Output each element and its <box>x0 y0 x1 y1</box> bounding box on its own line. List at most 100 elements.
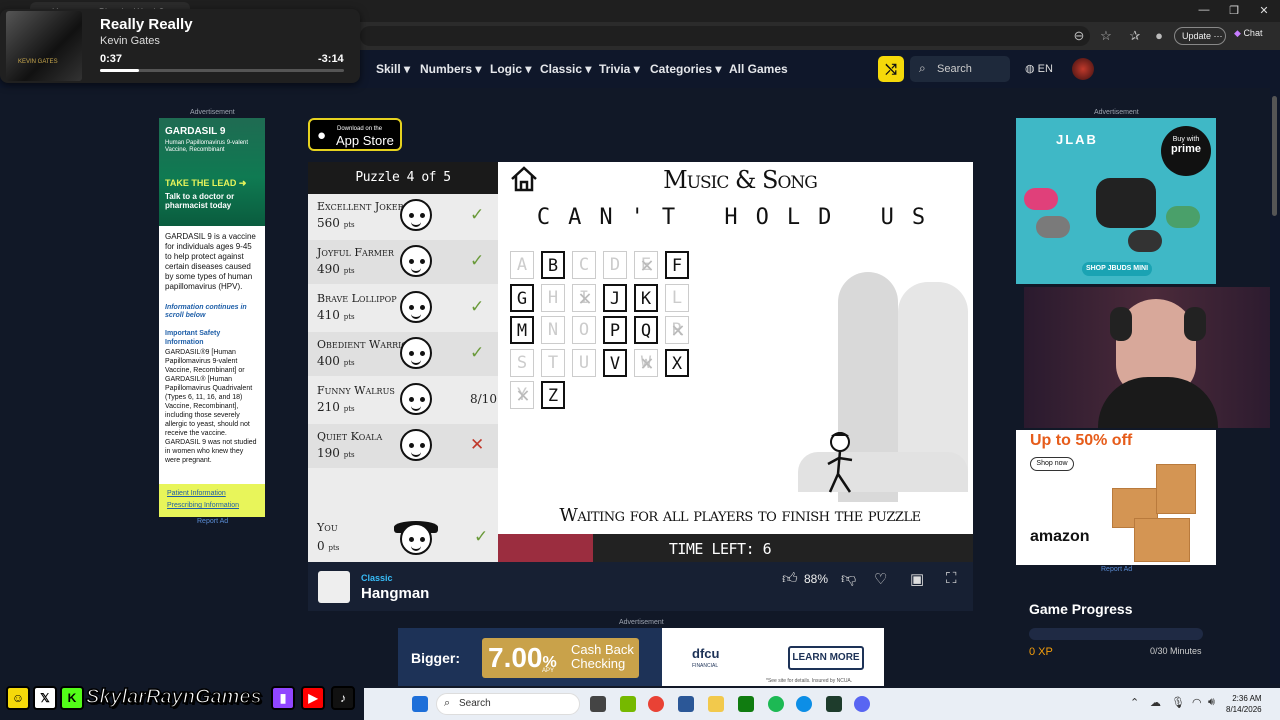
app-store-big: App Store <box>336 133 394 148</box>
nav-logic[interactable]: Logic ▾ <box>490 62 531 76</box>
letter-tile-b[interactable]: B <box>541 251 565 279</box>
player-name: Joyful Farmer <box>317 246 394 259</box>
chat-button[interactable]: ◆ Chat <box>1234 28 1262 39</box>
task-view-icon[interactable] <box>590 696 606 712</box>
player-points: 410 pts <box>317 308 355 322</box>
prescribing-info-link[interactable]: Prescribing Information <box>167 502 239 509</box>
tiktok-icon: ♪ <box>331 686 355 710</box>
hangman-figure <box>827 432 853 493</box>
learn-more-button[interactable]: LEARN MORE <box>788 646 864 670</box>
spotify-icon[interactable] <box>768 696 784 712</box>
network-icon[interactable]: ☁ <box>1150 696 1161 709</box>
discord-icon[interactable] <box>854 696 870 712</box>
patient-info-link[interactable]: Patient Information <box>167 490 226 497</box>
file-explorer-icon[interactable] <box>708 696 724 712</box>
letter-tile-r: R <box>665 316 689 344</box>
taskbar-clock[interactable]: 2:36 AM 8/14/2026 <box>1226 693 1262 715</box>
share-icon[interactable]: ⊖ <box>1070 28 1088 44</box>
letter-tile-e: E <box>634 251 658 279</box>
waiting-message: Waiting for all players to finish the pu… <box>559 505 921 526</box>
nav-classic[interactable]: Classic ▾ <box>540 62 591 76</box>
player-row: Brave Lollipop 410 pts ✓ <box>308 286 498 330</box>
app-icon[interactable] <box>826 696 842 712</box>
game-progress-title: Game Progress <box>1029 601 1133 617</box>
gardasil-subtitle: Human Papillomavirus 9-valent Vaccine, R… <box>165 140 249 153</box>
game-category[interactable]: Classic <box>361 573 393 583</box>
minimize-icon[interactable]: — <box>1194 4 1214 16</box>
report-ad-left[interactable]: Report Ad <box>197 518 228 525</box>
player-name: Quiet Koala <box>317 430 383 443</box>
player-points: 210 pts <box>317 400 355 414</box>
profile-icon[interactable]: ● <box>1150 28 1168 43</box>
gardasil-fine-print: GARDASIL®9 [Human Papillomavirus 9-valen… <box>165 349 257 464</box>
tray-chevron-icon[interactable]: ⌃ <box>1130 696 1139 709</box>
player-name: Brave Lollipop <box>317 292 397 305</box>
shop-jbuds-button[interactable]: SHOP JBUDS MINI <box>1082 262 1152 276</box>
player-points: 400 pts <box>317 354 355 368</box>
favorites-icon[interactable]: ✰ <box>1126 28 1144 44</box>
volume-icon[interactable]: 🔊︎ <box>1208 696 1215 709</box>
ad-label-bottom: Advertisement <box>619 619 664 626</box>
shuffle-button[interactable]: ⤭ <box>878 56 904 82</box>
letter-tile-q[interactable]: Q <box>634 316 658 344</box>
player-points: 490 pts <box>317 262 355 276</box>
thumbs-down-icon[interactable]: 👎︎ <box>841 570 856 588</box>
nav-numbers[interactable]: Numbers ▾ <box>420 62 481 76</box>
headphone-icon <box>1110 307 1132 341</box>
nav-trivia[interactable]: Trivia ▾ <box>599 62 640 76</box>
puzzle-category: Music & Song <box>663 166 818 194</box>
windows-start-icon[interactable] <box>412 696 428 712</box>
letter-tile-z[interactable]: Z <box>541 381 565 409</box>
chrome-icon[interactable] <box>648 696 664 712</box>
letter-tile-a: A <box>510 251 534 279</box>
nav-categories[interactable]: Categories ▾ <box>650 62 721 76</box>
letter-tile-m[interactable]: M <box>510 316 534 344</box>
player-row: Obedient Warrior 400 pts ✓ <box>308 332 498 376</box>
nav-skill[interactable]: Skill ▾ <box>376 62 410 76</box>
mic-icon[interactable]: 🎙︎ <box>1171 696 1185 709</box>
media-progress-bar[interactable] <box>100 69 344 72</box>
taskbar-search[interactable] <box>436 693 580 715</box>
amazon-ad[interactable]: Up to 50% off Shop now amazon <box>1016 430 1216 565</box>
letter-tile-g[interactable]: G <box>510 283 534 312</box>
wifi-icon[interactable]: ◠ <box>1192 696 1202 709</box>
fullscreen-icon[interactable]: ⛶ <box>946 570 957 587</box>
gardasil-ad[interactable]: GARDASIL 9 Human Papillomavirus 9-valent… <box>159 118 265 517</box>
gardasil-links: Patient Information Prescribing Informat… <box>159 484 265 517</box>
jlab-ad[interactable]: JLAB Buy with prime SHOP JBUDS MINI <box>1016 118 1216 284</box>
scrollbar-thumb[interactable] <box>1272 96 1277 216</box>
gardasil-cta[interactable]: TAKE THE LEAD ➜ <box>165 178 246 189</box>
letter-tile-p[interactable]: P <box>603 316 627 344</box>
update-button[interactable]: Update ⋯ <box>1174 27 1226 45</box>
app-store-button[interactable]: ● Download on the App Store <box>308 118 402 151</box>
close-icon[interactable]: ✕ <box>1254 4 1274 17</box>
edge-icon[interactable] <box>796 696 812 712</box>
gardasil-logo: GARDASIL 9 <box>165 126 226 137</box>
nav-all-games[interactable]: All Games <box>729 62 788 76</box>
xbox-icon[interactable] <box>738 696 754 712</box>
you-points: 0 pts <box>317 539 340 553</box>
letter-tile-k[interactable]: K <box>634 283 658 312</box>
report-ad-right[interactable]: Report Ad <box>1101 566 1132 573</box>
store-icon[interactable] <box>678 696 694 712</box>
language-selector[interactable]: ◍ EN <box>1025 62 1053 75</box>
check-icon: ✓ <box>470 343 485 362</box>
game-thumbnail <box>318 571 350 603</box>
letter-tile-j[interactable]: J <box>603 283 627 312</box>
url-field[interactable] <box>360 26 1090 46</box>
player-points: 560 pts <box>317 216 355 230</box>
player-avatar-icon <box>400 199 432 231</box>
restore-icon[interactable]: ❐ <box>1224 4 1244 17</box>
user-avatar[interactable] <box>1072 58 1094 80</box>
star-icon[interactable]: ☆ <box>1097 28 1115 44</box>
nvidia-icon[interactable] <box>620 696 636 712</box>
thumbs-up-icon[interactable]: 👍︎ <box>782 570 798 588</box>
heart-icon[interactable]: ♡ <box>874 570 887 588</box>
letter-tile-f[interactable]: F <box>665 251 689 279</box>
letter-tile-x[interactable]: X <box>665 348 689 377</box>
dfcu-ad[interactable]: Bigger: 7.00% APY Cash Back Checking dfc… <box>398 628 884 686</box>
letter-tile-v[interactable]: V <box>603 348 627 377</box>
image-icon[interactable]: ▣ <box>910 570 924 588</box>
shop-now-button[interactable]: Shop now <box>1030 457 1074 471</box>
album-art <box>6 11 82 81</box>
